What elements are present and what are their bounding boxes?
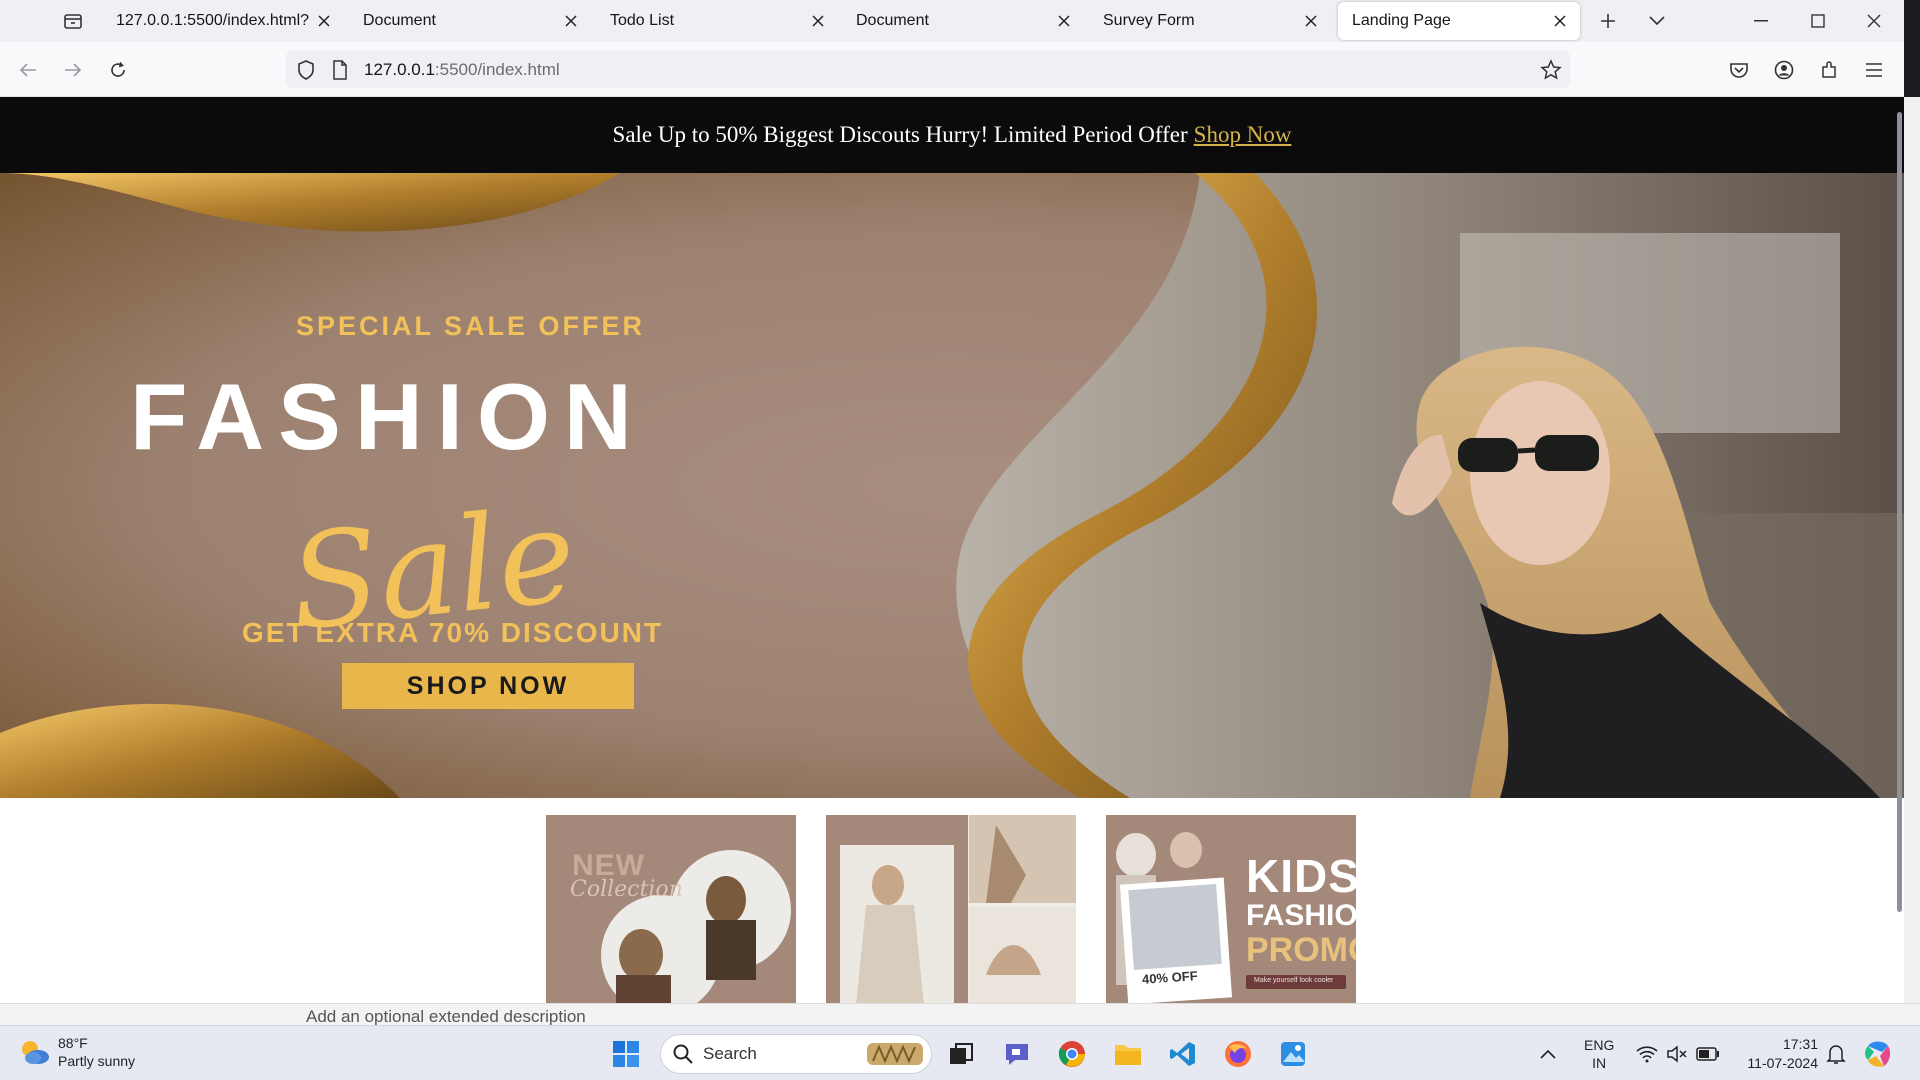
close-icon[interactable] [557, 7, 585, 35]
background-window-strip: Add an optional extended description [0, 1003, 1920, 1026]
tab-title: Todo List [610, 12, 675, 29]
close-icon[interactable] [310, 7, 338, 35]
page-viewport: Sale Up to 50% Biggest Discouts Hurry! L… [0, 97, 1904, 1003]
windows-start-icon[interactable] [608, 1036, 644, 1072]
tab-title: Landing Page [1352, 12, 1451, 29]
language-top: ENG [1584, 1036, 1615, 1053]
chrome-icon[interactable] [1054, 1036, 1090, 1072]
clock-time: 17:31 [1782, 1035, 1818, 1052]
meet-chat-icon[interactable] [999, 1036, 1035, 1072]
weather-widget[interactable]: 88°F Partly sunny [18, 1034, 135, 1070]
tab-index[interactable]: 127.0.0.1:5500/index.html? [102, 2, 344, 40]
tab-survey-form[interactable]: Survey Form [1089, 2, 1331, 40]
promo-text: Sale Up to 50% Biggest Discouts Hurry! L… [612, 122, 1188, 147]
wifi-icon[interactable] [1636, 1026, 1658, 1080]
vscode-icon[interactable] [1165, 1036, 1201, 1072]
battery-icon[interactable] [1696, 1026, 1720, 1080]
language-bottom: IN [1592, 1054, 1607, 1071]
tab-title: Survey Form [1103, 12, 1195, 29]
clock-date: 11-07-2024 [1747, 1054, 1818, 1071]
hero-banner: SPECIAL SALE OFFER FASHION Sale GET EXTR… [0, 173, 1904, 798]
tab-title: Document [856, 12, 929, 29]
background-window-text: Add an optional extended description [306, 1007, 586, 1026]
kids-fashion-promo-card[interactable]: KIDS FASHION PROMO 40% OFF Make yourself… [1106, 815, 1356, 1003]
extensions-icon[interactable] [1813, 54, 1845, 86]
hero-shop-now-button[interactable]: SHOP NOW [342, 663, 634, 709]
menu-icon[interactable] [1858, 54, 1890, 86]
taskbar-search[interactable]: Search [660, 1034, 932, 1074]
shop-now-link[interactable]: Shop Now [1194, 122, 1292, 148]
new-collection-image [546, 815, 796, 1003]
taskbar: 88°F Partly sunny Search ENG IN 17:31 11… [0, 1025, 1920, 1080]
tab-title: 127.0.0.1:5500/index.html? [116, 12, 310, 29]
file-explorer-icon[interactable] [1110, 1036, 1146, 1072]
weather-description: Partly sunny [58, 1053, 136, 1069]
account-icon[interactable] [1768, 54, 1800, 86]
navigation-bar: 127.0.0.1:5500/index.html [0, 42, 1904, 97]
task-view-icon[interactable] [943, 1036, 979, 1072]
new-collection-card[interactable]: NEW Collection [546, 815, 796, 1003]
close-icon[interactable] [1297, 7, 1325, 35]
firefox-icon[interactable] [1220, 1036, 1256, 1072]
chevron-up-icon [1540, 1049, 1556, 1059]
hero-background [0, 173, 1904, 798]
card-collection-label: Collection [570, 877, 683, 902]
weather-temperature: 88°F [58, 1035, 88, 1051]
hero-subtitle: SPECIAL SALE OFFER [296, 311, 646, 341]
maximize-icon[interactable] [1802, 6, 1834, 36]
tab-todo-list[interactable]: Todo List [596, 2, 838, 40]
copilot-icon[interactable] [1862, 1026, 1894, 1080]
close-icon[interactable] [1546, 7, 1574, 35]
tab-landing-page[interactable]: Landing Page [1338, 2, 1580, 40]
photos-icon[interactable] [1275, 1036, 1311, 1072]
scrollbar-track[interactable] [1904, 97, 1920, 1019]
new-tab-button[interactable] [1592, 6, 1624, 36]
card-tagline: Make yourself look cooler [1254, 977, 1334, 984]
language-indicator[interactable]: ENG IN [1584, 1026, 1614, 1080]
close-window-icon[interactable] [1858, 6, 1890, 36]
back-arrow-icon[interactable] [12, 54, 44, 86]
minimize-icon[interactable] [1745, 6, 1777, 36]
card-promo-label: PROMO [1246, 931, 1356, 969]
promo-banner: Sale Up to 50% Biggest Discouts Hurry! L… [0, 97, 1904, 173]
scrollbar-thumb[interactable] [1897, 112, 1902, 912]
search-highlight-icon [867, 1043, 923, 1065]
url-host: 127.0.0.1 [364, 60, 435, 79]
notification-bell-icon[interactable] [1826, 1026, 1846, 1080]
fashion-collage-image [826, 815, 1076, 1003]
shield-icon[interactable] [296, 59, 316, 86]
forward-arrow-icon[interactable] [57, 54, 89, 86]
tab-title: Document [363, 12, 436, 29]
pocket-icon[interactable] [1723, 54, 1755, 86]
star-icon[interactable] [1540, 59, 1562, 86]
card-fashion-label: FASHION [1246, 899, 1356, 932]
url-bar[interactable]: 127.0.0.1:5500/index.html [286, 51, 1570, 88]
tab-document-2[interactable]: Document [842, 2, 1084, 40]
clock[interactable]: 17:31 11-07-2024 [1738, 1026, 1818, 1080]
chevron-down-icon[interactable] [1641, 6, 1673, 36]
fashion-collage-card[interactable] [826, 815, 1076, 1003]
hero-title: FASHION [130, 364, 646, 469]
close-icon[interactable] [1050, 7, 1078, 35]
hero-discount-text: GET EXTRA 70% DISCOUNT [242, 617, 664, 648]
close-icon[interactable] [804, 7, 832, 35]
reload-icon[interactable] [102, 54, 134, 86]
tab-document-1[interactable]: Document [349, 2, 591, 40]
search-icon [673, 1044, 693, 1064]
url-text[interactable]: 127.0.0.1:5500/index.html [364, 60, 560, 80]
tab-bar: 127.0.0.1:5500/index.html? Document Todo… [0, 0, 1904, 42]
url-path: :5500/index.html [434, 60, 560, 79]
search-label: Search [703, 1044, 757, 1063]
page-icon[interactable] [332, 60, 348, 85]
show-hidden-icons[interactable] [1540, 1026, 1556, 1080]
card-kids-label: KIDS [1246, 850, 1356, 902]
partly-sunny-icon [22, 1041, 49, 1064]
tab-list-icon[interactable] [58, 8, 88, 34]
volume-muted-icon[interactable] [1666, 1026, 1688, 1080]
